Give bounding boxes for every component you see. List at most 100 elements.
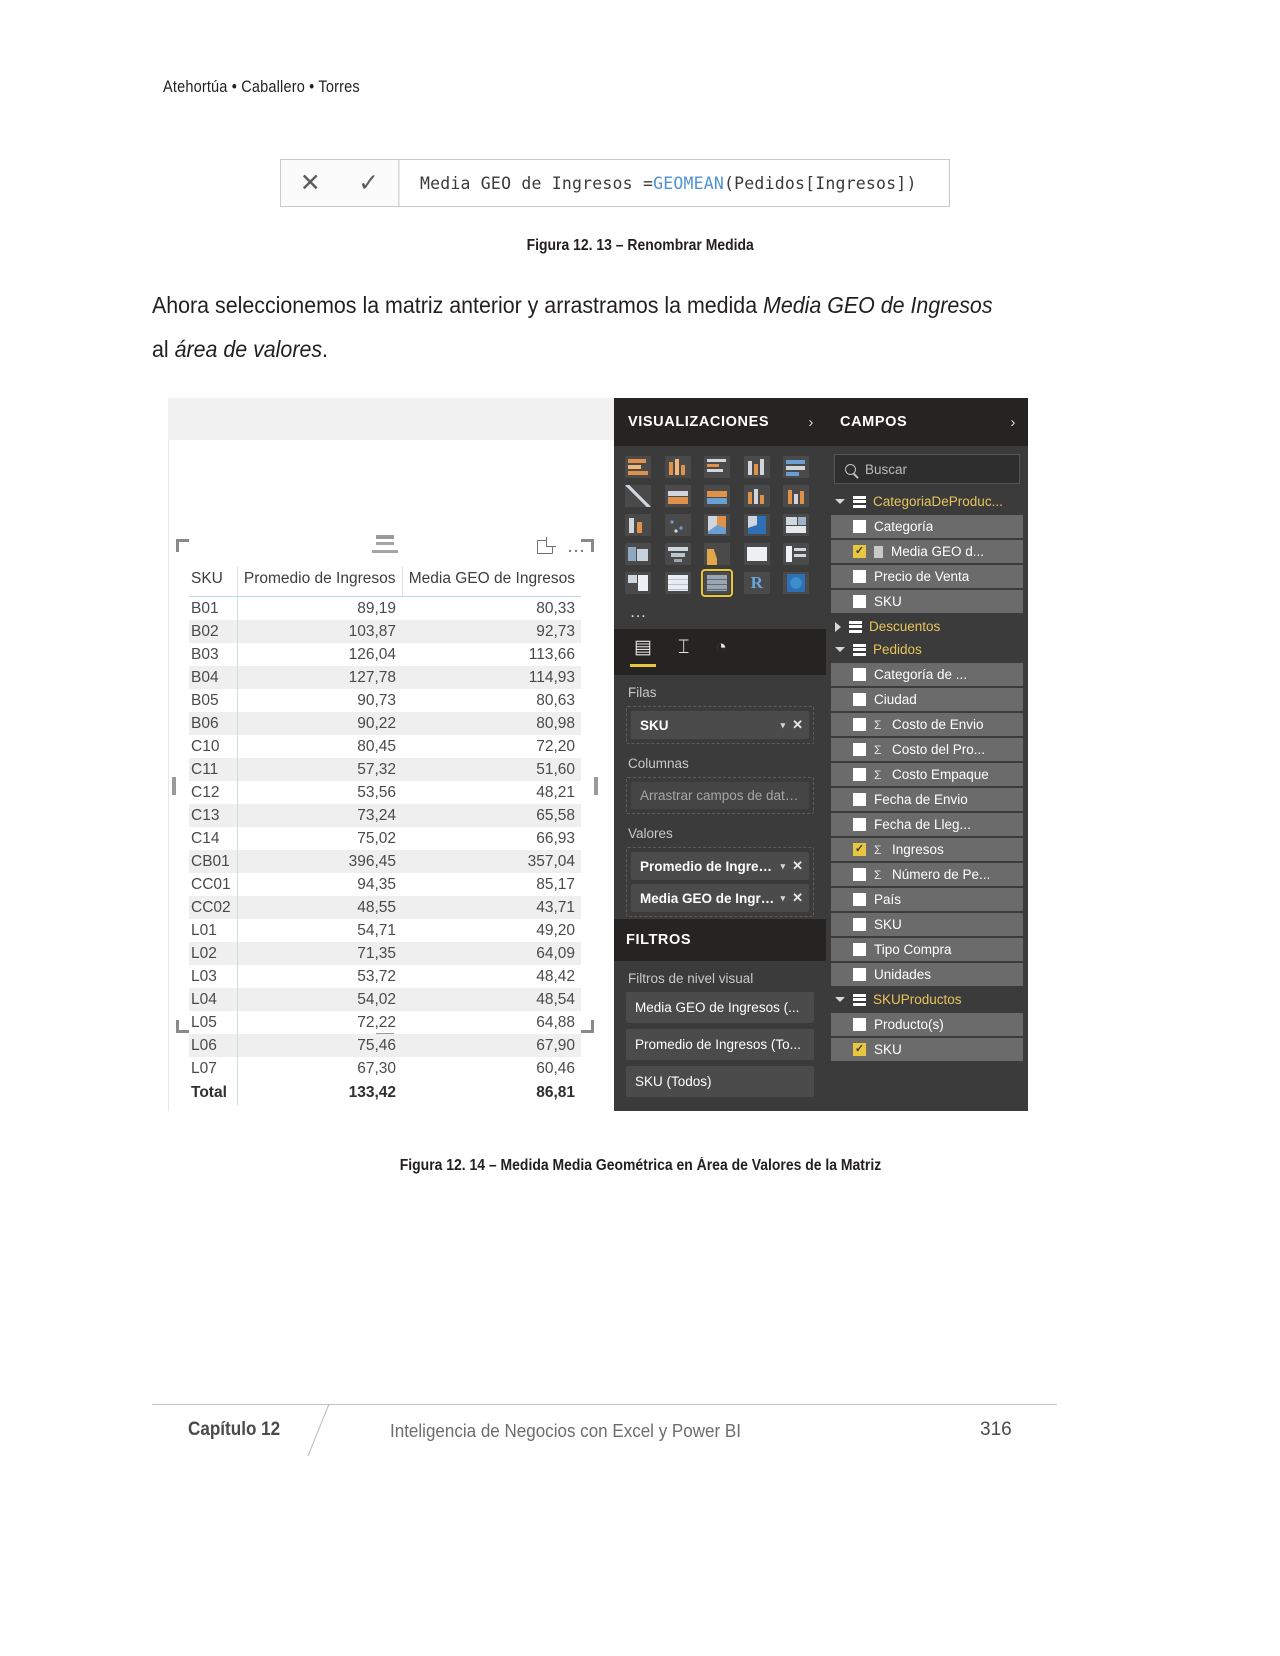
pie-chart-icon[interactable] xyxy=(704,514,731,536)
table-row[interactable]: B04 127,78 114,93 xyxy=(189,666,581,689)
filter-card[interactable]: Promedio de Ingresos (To... xyxy=(626,1029,814,1060)
chevron-right-icon[interactable]: › xyxy=(808,414,814,431)
chevron-down-icon[interactable]: ▾ xyxy=(781,893,786,904)
line-stacked-column-icon[interactable] xyxy=(783,485,810,507)
tab-analytics-icon[interactable]: ◔ xyxy=(715,638,726,667)
well-field-chip[interactable]: SKU ▾ ✕ xyxy=(631,711,809,739)
r-script-visual-icon[interactable]: R xyxy=(743,572,770,594)
table-row[interactable]: L02 71,35 64,09 xyxy=(189,942,581,965)
field-item[interactable]: SKU xyxy=(831,590,1023,613)
close-icon[interactable]: ✕ xyxy=(792,890,803,906)
field-item[interactable]: Unidades xyxy=(831,963,1023,986)
checkbox-unchecked-icon[interactable] xyxy=(853,868,866,881)
fields-search[interactable]: Buscar xyxy=(834,454,1020,484)
chevron-right-icon[interactable] xyxy=(835,621,841,632)
clustered-column-chart-icon[interactable] xyxy=(743,456,770,478)
more-visuals-icon[interactable]: … xyxy=(625,601,651,623)
field-item[interactable]: Fecha de Lleg... xyxy=(831,813,1023,836)
table-row[interactable]: C12 53,56 48,21 xyxy=(189,781,581,804)
stacked-bar-chart-icon[interactable] xyxy=(625,456,651,478)
drag-handle-icon[interactable] xyxy=(371,542,399,554)
resize-handle-bottom-left[interactable] xyxy=(176,1020,189,1033)
checkbox-unchecked-icon[interactable] xyxy=(853,768,866,781)
slicer-icon[interactable] xyxy=(625,572,651,594)
matrix-visual[interactable]: … SKU Promedio de Ingresos Media GEO de … xyxy=(172,535,598,1105)
field-item[interactable]: Σ Costo de Envio xyxy=(831,713,1023,736)
checkbox-unchecked-icon[interactable] xyxy=(853,893,866,906)
field-item[interactable]: Precio de Venta xyxy=(831,565,1023,588)
checkbox-unchecked-icon[interactable] xyxy=(853,718,866,731)
line-chart-icon[interactable] xyxy=(625,485,651,507)
table-row[interactable]: B01 89,19 80,33 xyxy=(189,596,581,620)
table-icon[interactable] xyxy=(664,572,691,594)
matrix-icon[interactable] xyxy=(701,569,734,597)
check-icon[interactable]: ✓ xyxy=(358,170,379,196)
table-row[interactable]: L04 54,02 48,54 xyxy=(189,988,581,1011)
table-row[interactable]: C14 75,02 66,93 xyxy=(189,827,581,850)
table-row[interactable]: B03 126,04 113,66 xyxy=(189,643,581,666)
table-row[interactable]: B06 90,22 80,98 xyxy=(189,712,581,735)
close-icon[interactable]: ✕ xyxy=(792,717,803,733)
field-item[interactable]: Σ Número de Pe... xyxy=(831,863,1023,886)
field-item[interactable]: Categoría xyxy=(831,515,1023,538)
checkbox-unchecked-icon[interactable] xyxy=(853,818,866,831)
checkbox-unchecked-icon[interactable] xyxy=(853,520,866,533)
table-row[interactable]: C10 80,45 72,20 xyxy=(189,735,581,758)
tab-format-paintbrush-icon[interactable]: ⌶ xyxy=(678,638,689,667)
chevron-down-icon[interactable]: ▾ xyxy=(781,720,786,731)
field-item[interactable]: Categoría de ... xyxy=(831,663,1023,686)
column-header-mediageo[interactable]: Media GEO de Ingresos xyxy=(401,566,581,597)
checkbox-unchecked-icon[interactable] xyxy=(853,668,866,681)
chevron-down-icon[interactable]: ▾ xyxy=(781,861,786,872)
table-row[interactable]: CC02 48,55 43,71 xyxy=(189,896,581,919)
chevron-down-icon[interactable] xyxy=(835,997,845,1002)
well-field-chip[interactable]: Promedio de Ingresos ▾ ✕ xyxy=(631,852,809,880)
field-item[interactable]: Σ Ingresos xyxy=(831,838,1023,861)
fields-table-skuproductos[interactable]: SKUProductos xyxy=(827,988,1027,1011)
resize-handle-left[interactable] xyxy=(172,777,176,795)
table-row[interactable]: B05 90,73 80,63 xyxy=(189,689,581,712)
line-clustered-column-icon[interactable] xyxy=(743,485,770,507)
funnel-chart-icon[interactable] xyxy=(664,543,691,565)
close-icon[interactable]: ✕ xyxy=(300,170,321,196)
100-stacked-bar-chart-icon[interactable] xyxy=(783,456,810,478)
field-item[interactable]: País xyxy=(831,888,1023,911)
checkbox-unchecked-icon[interactable] xyxy=(853,918,866,931)
donut-chart-icon[interactable] xyxy=(743,514,770,536)
checkbox-checked-icon[interactable] xyxy=(853,1043,866,1056)
well-dropzone[interactable]: Promedio de Ingresos ▾ ✕ Media GEO de Ingre… xyxy=(626,847,814,917)
table-row[interactable]: L01 54,71 49,20 xyxy=(189,919,581,942)
clustered-bar-chart-icon[interactable] xyxy=(704,456,731,478)
well-dropzone[interactable]: SKU ▾ ✕ xyxy=(626,706,814,744)
multi-row-card-icon[interactable] xyxy=(783,543,810,565)
checkbox-unchecked-icon[interactable] xyxy=(853,743,866,756)
scatter-chart-icon[interactable] xyxy=(664,514,691,536)
focus-mode-icon[interactable] xyxy=(536,540,553,554)
field-item[interactable]: Producto(s) xyxy=(831,1013,1023,1036)
checkbox-checked-icon[interactable] xyxy=(853,843,866,856)
table-row[interactable]: CB01 396,45 357,04 xyxy=(189,850,581,873)
fields-table-categoriadeproduc[interactable]: CategoriaDeProduc... xyxy=(827,490,1027,513)
checkbox-unchecked-icon[interactable] xyxy=(853,793,866,806)
well-placeholder[interactable]: Arrastrar campos de datos ... xyxy=(631,782,809,809)
column-header-promedio[interactable]: Promedio de Ingresos xyxy=(236,566,402,597)
card-icon[interactable] xyxy=(743,543,770,565)
table-row[interactable]: L06 75,46 67,90 xyxy=(189,1034,581,1057)
chevron-down-icon[interactable] xyxy=(835,647,845,652)
chevron-down-icon[interactable] xyxy=(835,499,845,504)
field-item[interactable]: Tipo Compra xyxy=(831,938,1023,961)
checkbox-unchecked-icon[interactable] xyxy=(853,595,866,608)
table-row[interactable]: B02 103,87 92,73 xyxy=(189,620,581,643)
table-row[interactable]: L05 72,22 64,88 xyxy=(189,1011,581,1034)
more-options-icon[interactable]: … xyxy=(567,537,588,556)
checkbox-unchecked-icon[interactable] xyxy=(853,1018,866,1031)
map-icon[interactable] xyxy=(625,543,651,565)
stacked-column-chart-icon[interactable] xyxy=(664,456,691,478)
treemap-icon[interactable] xyxy=(783,514,810,536)
filter-card[interactable]: Media GEO de Ingresos (... xyxy=(626,992,814,1023)
close-icon[interactable]: ✕ xyxy=(792,858,803,874)
field-item[interactable]: Σ Costo del Pro... xyxy=(831,738,1023,761)
fields-table-pedidos[interactable]: Pedidos xyxy=(827,638,1027,661)
table-row[interactable]: C11 57,32 51,60 xyxy=(189,758,581,781)
table-row[interactable]: C13 73,24 65,58 xyxy=(189,804,581,827)
